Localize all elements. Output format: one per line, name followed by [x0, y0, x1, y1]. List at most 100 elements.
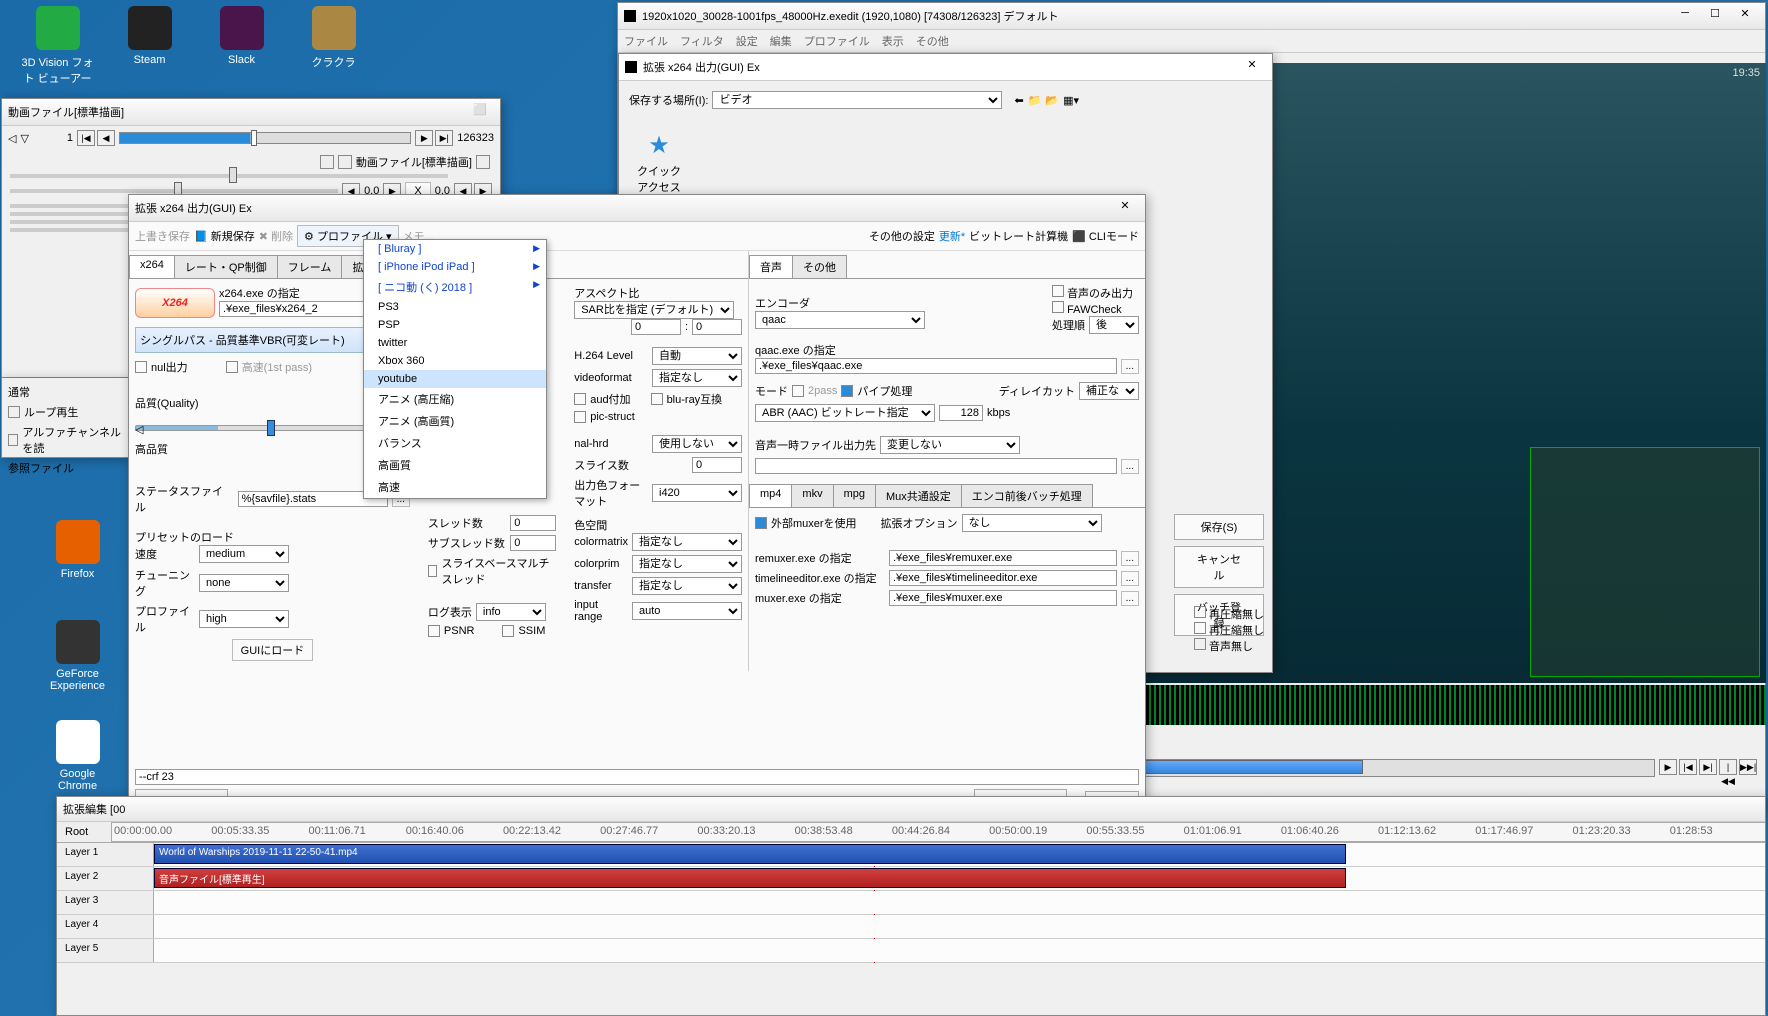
bitrate-calc[interactable]: ビットレート計算機 — [969, 228, 1068, 244]
checkbox[interactable] — [651, 393, 663, 405]
layer-label[interactable]: Layer 5 — [57, 939, 154, 962]
tmp-audio-select[interactable]: 変更しない — [880, 436, 1020, 454]
layer-track[interactable] — [154, 915, 1765, 938]
menu-item-balance[interactable]: バランス — [364, 432, 546, 454]
layer-track[interactable]: 音声ファイル[標準再生] — [154, 867, 1765, 890]
subthreads-input[interactable] — [510, 535, 556, 551]
location-select[interactable]: ビデオ — [712, 91, 1002, 109]
back-icon[interactable]: ⬅ — [1014, 94, 1023, 107]
other-settings[interactable]: その他の設定 — [869, 228, 935, 244]
checkbox[interactable] — [502, 625, 514, 637]
tab-mpg[interactable]: mpg — [833, 484, 876, 507]
checkbox-checked[interactable] — [755, 517, 767, 529]
desktop-icon[interactable]: 3D Vision フォト ビューアー — [20, 6, 95, 86]
remux-input[interactable] — [889, 550, 1117, 566]
menu-item-fast[interactable]: 高速 — [364, 476, 546, 498]
menu-item-psp[interactable]: PSP — [364, 316, 546, 334]
layer-track[interactable] — [154, 891, 1765, 914]
desktop-icon[interactable]: GeForce Experience — [40, 620, 115, 692]
root-button[interactable]: Root — [57, 822, 112, 842]
menu-item-xbox[interactable]: Xbox 360 — [364, 352, 546, 370]
layer-label[interactable]: Layer 3 — [57, 891, 154, 914]
maximize-button[interactable]: ☐ — [1701, 7, 1729, 25]
icon-button[interactable] — [476, 155, 490, 169]
slices-input[interactable] — [692, 457, 742, 473]
vfmt-select[interactable]: 指定なし — [652, 369, 742, 387]
tab-mkv[interactable]: mkv — [791, 484, 833, 507]
menu-view[interactable]: 表示 — [882, 33, 904, 49]
checkbox[interactable] — [226, 361, 238, 373]
param-slider[interactable] — [10, 174, 448, 178]
timeline-ruler[interactable]: 00:00:00.0000:05:33.3500:11:06.7100:16:4… — [112, 822, 1765, 842]
order-select[interactable]: 後 — [1089, 316, 1139, 334]
profile-select[interactable]: high — [199, 610, 289, 628]
close-button[interactable]: ⬜ — [466, 103, 494, 121]
layer-label[interactable]: Layer 2 — [57, 867, 154, 890]
sar-w[interactable] — [631, 319, 681, 335]
checkbox[interactable] — [428, 625, 440, 637]
menu-other[interactable]: その他 — [916, 33, 949, 49]
desktop-icon[interactable]: Steam — [112, 6, 187, 66]
xfer-select[interactable]: 指定なし — [632, 577, 742, 595]
up-icon[interactable]: 📁 — [1028, 94, 1042, 107]
tline-input[interactable] — [889, 570, 1117, 586]
new-save-button[interactable]: 📘 新規保存 — [194, 228, 255, 244]
colmx-select[interactable]: 指定なし — [632, 533, 742, 551]
menu-settings[interactable]: 設定 — [736, 33, 758, 49]
icon-button[interactable] — [338, 155, 352, 169]
crf-input[interactable] — [135, 769, 1139, 785]
tab-mp4[interactable]: mp4 — [749, 484, 792, 507]
menu-edit[interactable]: 編集 — [770, 33, 792, 49]
prev-button[interactable]: ◀ — [97, 130, 115, 146]
bitrate-input[interactable] — [939, 405, 983, 421]
menu-item-youtube[interactable]: youtube — [364, 370, 546, 388]
menu-profile[interactable]: プロファイル — [804, 33, 870, 49]
outfmt-select[interactable]: i420 — [652, 484, 742, 502]
arrow-left-icon[interactable]: ◁ — [8, 132, 16, 145]
checkbox-checked[interactable] — [841, 385, 853, 397]
log-select[interactable]: info — [476, 603, 546, 621]
cancel-button[interactable]: キャンセル — [1174, 546, 1264, 588]
tab-batch[interactable]: エンコ前後バッチ処理 — [961, 484, 1093, 507]
tab-audio[interactable]: 音声 — [749, 255, 793, 278]
level-select[interactable]: 自動 — [652, 347, 742, 365]
menu-file[interactable]: ファイル — [624, 33, 668, 49]
tab-mux-common[interactable]: Mux共通設定 — [875, 484, 962, 507]
menu-item-bluray[interactable]: [ Bluray ] — [364, 240, 546, 258]
param-slider[interactable] — [10, 189, 338, 193]
last-frame-button[interactable]: ▶▶| — [1739, 759, 1757, 775]
checkbox[interactable] — [135, 361, 147, 373]
checkbox[interactable] — [8, 434, 18, 446]
menu-item-anime-hc[interactable]: アニメ (高圧縮) — [364, 388, 546, 410]
slider-left-icon[interactable]: ◁ — [135, 423, 143, 436]
frame-slider[interactable] — [119, 132, 411, 144]
save-button[interactable]: 保存(S) — [1174, 514, 1264, 540]
checkbox[interactable] — [792, 385, 804, 397]
browse-button[interactable]: ... — [1121, 551, 1139, 566]
close-button[interactable]: ✕ — [1111, 199, 1139, 217]
muxer-input[interactable] — [889, 590, 1117, 606]
tab-x264[interactable]: x264 — [129, 255, 175, 278]
sar-h[interactable] — [692, 319, 742, 335]
minimize-button[interactable]: ─ — [1671, 7, 1699, 25]
browse-button[interactable]: ... — [1121, 591, 1139, 606]
desktop-icon[interactable]: Slack — [204, 6, 279, 66]
tune-select[interactable]: none — [199, 574, 289, 592]
arrow-down-icon[interactable]: ▽ — [20, 132, 28, 145]
browse-button[interactable]: ... — [1121, 359, 1139, 374]
cli-mode-button[interactable]: ⬛ CLIモード — [1072, 228, 1139, 244]
update-button[interactable]: 更新* — [939, 228, 965, 244]
new-folder-icon[interactable]: 📂 — [1045, 94, 1059, 107]
menu-item-hq[interactable]: 高画質 — [364, 454, 546, 476]
delete-button[interactable]: ✖ 削除 — [259, 228, 293, 244]
prev-frame-button[interactable]: |◀ — [1679, 759, 1697, 775]
layer-label[interactable]: Layer 1 — [57, 843, 154, 866]
layer-label[interactable]: Layer 4 — [57, 915, 154, 938]
menu-filter[interactable]: フィルタ — [680, 33, 724, 49]
colpr-select[interactable]: 指定なし — [632, 555, 742, 573]
checkbox[interactable] — [1194, 638, 1206, 650]
menu-item-twitter[interactable]: twitter — [364, 334, 546, 352]
menu-item-anime-hq[interactable]: アニメ (高画質) — [364, 410, 546, 432]
checkbox[interactable] — [1194, 622, 1206, 634]
last-button[interactable]: ▶| — [435, 130, 453, 146]
